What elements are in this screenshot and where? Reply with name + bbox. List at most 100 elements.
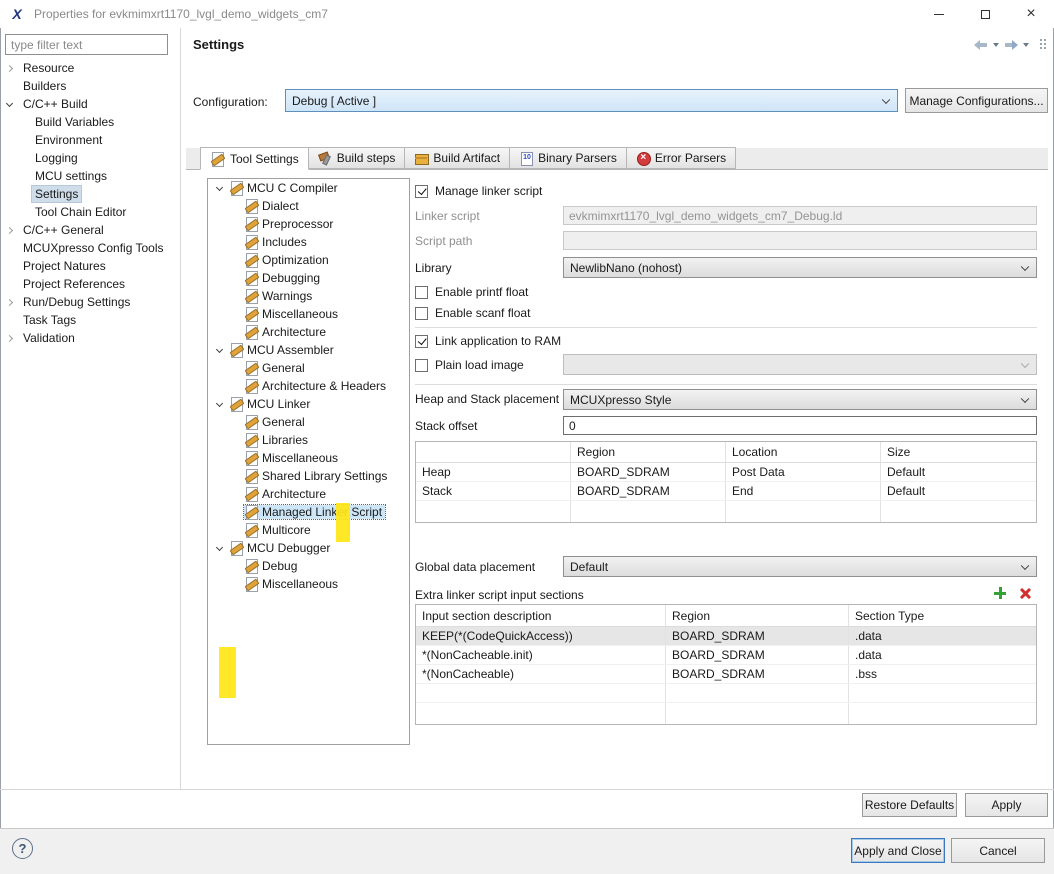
table-cell: BOARD_SDRAM <box>571 463 726 481</box>
sidebar-item-cpp-general[interactable]: C/C++ General <box>0 221 179 239</box>
tool-tree-item-preprocessor[interactable]: Preprocessor <box>208 215 409 233</box>
tab-build-artifact[interactable]: Build Artifact <box>405 147 511 169</box>
delete-section-icon[interactable] <box>1019 587 1032 600</box>
close-button[interactable] <box>1008 0 1054 28</box>
chevron-right-icon[interactable] <box>5 64 14 72</box>
sidebar-item-run-debug-settings[interactable]: Run/Debug Settings <box>0 293 179 311</box>
sidebar-item-builders[interactable]: Builders <box>0 77 179 95</box>
tool-tree-item-multicore[interactable]: Multicore <box>208 521 409 539</box>
chevron-down-icon <box>1020 394 1030 403</box>
tool-tree-item-optimization[interactable]: Optimization <box>208 251 409 269</box>
tool-icon <box>244 199 259 214</box>
chevron-down-icon[interactable] <box>215 183 224 191</box>
sidebar-item-cpp-build[interactable]: C/C++ Build <box>0 95 179 113</box>
table-row[interactable]: *(NonCacheable.init) BOARD_SDRAM .data <box>416 646 1036 665</box>
table-header-row: Input section description Region Section… <box>416 605 1036 627</box>
cancel-button[interactable]: Cancel <box>951 838 1045 863</box>
chevron-down-icon[interactable] <box>215 345 224 353</box>
table-row-selected[interactable]: KEEP(*(CodeQuickAccess)) BOARD_SDRAM .da… <box>416 627 1036 646</box>
tool-icon <box>244 469 259 484</box>
sidebar-item-project-references[interactable]: Project References <box>0 275 179 293</box>
help-button[interactable]: ? <box>12 838 33 859</box>
tool-tree-item-mcu-assembler[interactable]: MCU Assembler <box>208 341 409 359</box>
restore-defaults-button[interactable]: Restore Defaults <box>862 793 957 817</box>
chevron-right-icon[interactable] <box>5 298 14 306</box>
tool-tree-item-architecture-headers[interactable]: Architecture & Headers <box>208 377 409 395</box>
tool-tree-item-linker-miscellaneous[interactable]: Miscellaneous <box>208 449 409 467</box>
filter-input[interactable] <box>5 34 168 55</box>
table-header-cell <box>416 442 571 462</box>
sidebar-item-settings[interactable]: Settings <box>0 185 179 203</box>
chevron-down-icon[interactable] <box>5 99 14 107</box>
enable-printf-float-checkbox[interactable] <box>415 285 428 299</box>
tool-tree-label: Debugging <box>262 271 321 285</box>
sidebar-item-mcu-settings[interactable]: MCU settings <box>0 167 179 185</box>
apply-button[interactable]: Apply <box>965 793 1048 817</box>
artifact-icon <box>414 151 430 165</box>
sidebar-item-mcuxpresso-config-tools[interactable]: MCUXpresso Config Tools <box>0 239 179 257</box>
tab-build-steps[interactable]: Build steps <box>308 147 406 169</box>
back-arrow-icon[interactable] <box>973 39 989 50</box>
link-application-to-ram-checkbox[interactable] <box>415 334 428 348</box>
tool-tree-item-architecture[interactable]: Architecture <box>208 323 409 341</box>
tab-error-parsers[interactable]: Error Parsers <box>626 147 737 169</box>
tool-tree-item-dialect[interactable]: Dialect <box>208 197 409 215</box>
sidebar-item-logging[interactable]: Logging <box>0 149 179 167</box>
tool-tree-item-libraries[interactable]: Libraries <box>208 431 409 449</box>
minimize-button[interactable] <box>916 0 962 28</box>
table-row[interactable]: *(NonCacheable) BOARD_SDRAM .bss <box>416 665 1036 684</box>
apply-and-close-button[interactable]: Apply and Close <box>851 838 945 863</box>
chevron-down-icon[interactable] <box>215 543 224 551</box>
tool-tree-item-mcu-debugger[interactable]: MCU Debugger <box>208 539 409 557</box>
checkbox-label: Enable printf float <box>435 285 529 299</box>
library-select[interactable]: NewlibNano (nohost) <box>563 257 1037 278</box>
manage-configurations-button[interactable]: Manage Configurations... <box>905 88 1048 113</box>
configuration-select[interactable]: Debug [ Active ] <box>285 89 898 112</box>
plain-load-image-checkbox[interactable] <box>415 358 428 372</box>
chevron-down-icon[interactable] <box>215 399 224 407</box>
global-data-placement-select[interactable]: Default <box>563 556 1037 577</box>
table-row-stack[interactable]: Stack BOARD_SDRAM End Default <box>416 482 1036 501</box>
tool-tree-item-debug[interactable]: Debug <box>208 557 409 575</box>
sidebar-item-build-variables[interactable]: Build Variables <box>0 113 179 131</box>
forward-arrow-icon[interactable] <box>1003 39 1019 50</box>
tool-tree-item-managed-linker-script[interactable]: Managed Linker Script <box>208 503 409 521</box>
table-empty-area <box>416 501 1036 522</box>
add-section-icon[interactable] <box>993 586 1007 600</box>
table-header-cell: Region <box>666 605 849 626</box>
view-menu-icon[interactable] <box>1039 38 1046 51</box>
tool-tree-item-debugging[interactable]: Debugging <box>208 269 409 287</box>
tool-tree-item-linker-general[interactable]: General <box>208 413 409 431</box>
stack-offset-field[interactable]: 0 <box>563 416 1037 435</box>
sidebar-item-resource[interactable]: Resource <box>0 59 179 77</box>
tool-tree-item-miscellaneous[interactable]: Miscellaneous <box>208 305 409 323</box>
tool-tree-item-includes[interactable]: Includes <box>208 233 409 251</box>
tool-tree-item-mcu-c-compiler[interactable]: MCU C Compiler <box>208 179 409 197</box>
sidebar-item-validation[interactable]: Validation <box>0 329 179 347</box>
tool-tree-item-shared-library-settings[interactable]: Shared Library Settings <box>208 467 409 485</box>
chevron-right-icon[interactable] <box>5 334 14 342</box>
sidebar-item-project-natures[interactable]: Project Natures <box>0 257 179 275</box>
tool-tree-item-general[interactable]: General <box>208 359 409 377</box>
enable-scanf-float-checkbox[interactable] <box>415 306 428 320</box>
sidebar-item-tool-chain-editor[interactable]: Tool Chain Editor <box>0 203 179 221</box>
tool-tree-item-mcu-linker[interactable]: MCU Linker <box>208 395 409 413</box>
tool-tree-item-debugger-miscellaneous[interactable]: Miscellaneous <box>208 575 409 593</box>
tool-tree-label: Miscellaneous <box>262 451 339 465</box>
tab-tool-settings[interactable]: Tool Settings <box>200 147 309 170</box>
heap-stack-placement-select[interactable]: MCUXpresso Style <box>563 389 1037 410</box>
tool-icon <box>244 505 259 520</box>
back-history-dropdown-icon[interactable] <box>993 42 999 47</box>
manage-linker-script-checkbox[interactable] <box>415 184 428 198</box>
forward-history-dropdown-icon[interactable] <box>1023 42 1029 47</box>
tool-tree-item-linker-architecture[interactable]: Architecture <box>208 485 409 503</box>
tab-binary-parsers[interactable]: Binary Parsers <box>510 147 627 169</box>
library-value: NewlibNano (nohost) <box>570 260 683 275</box>
sidebar-item-environment[interactable]: Environment <box>0 131 179 149</box>
table-row-heap[interactable]: Heap BOARD_SDRAM Post Data Default <box>416 463 1036 482</box>
sidebar-item-task-tags[interactable]: Task Tags <box>0 311 179 329</box>
chevron-right-icon[interactable] <box>5 226 14 234</box>
tool-tree-item-warnings[interactable]: Warnings <box>208 287 409 305</box>
tool-icon <box>244 307 259 322</box>
maximize-button[interactable] <box>962 0 1008 28</box>
